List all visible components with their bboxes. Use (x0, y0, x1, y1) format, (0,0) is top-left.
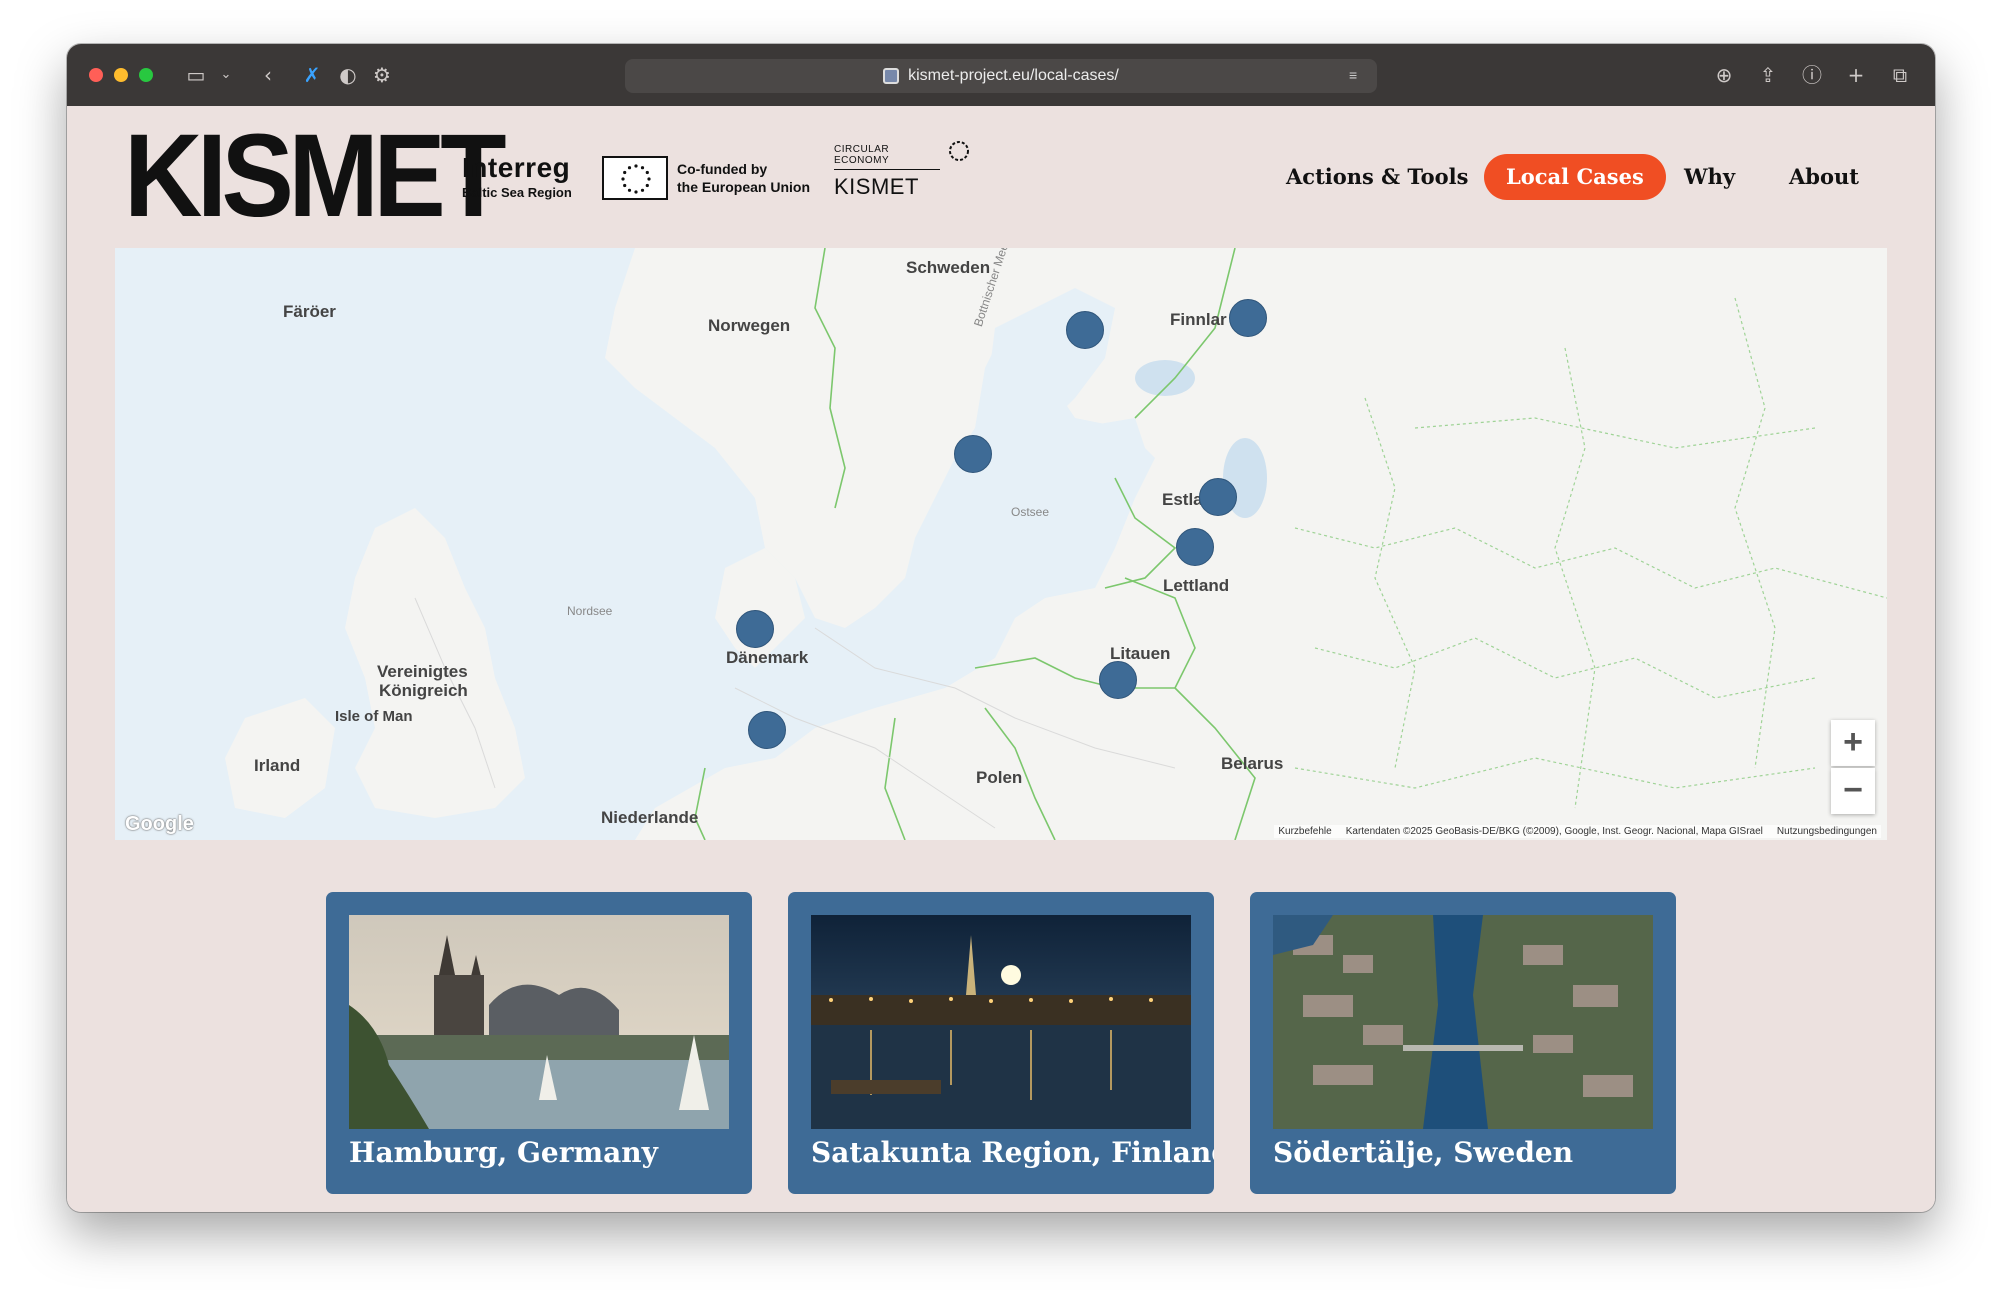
browser-window: ▭ ⌄ ‹ ✗ ◐ ⚙ kismet-project.eu/local-case… (67, 44, 1935, 1212)
download-icon[interactable]: ⊕ (1711, 62, 1737, 88)
circular-economy-logo: CIRCULAR ECONOMY KISMET (834, 141, 969, 200)
circular-economy-name: KISMET (834, 174, 919, 199)
nav-local-cases[interactable]: Local Cases (1484, 154, 1666, 200)
map-marker[interactable] (1176, 528, 1214, 566)
kismet-logo[interactable]: KISMET (124, 117, 507, 235)
nav-actions-tools[interactable]: Actions & Tools (1286, 154, 1468, 200)
cofunded-line-2: the European Union (677, 179, 810, 195)
browser-toolbar: ▭ ⌄ ‹ ✗ ◐ ⚙ kismet-project.eu/local-case… (67, 44, 1935, 106)
map-label-faroer: Färöer (283, 302, 336, 321)
map-marker[interactable] (954, 435, 992, 473)
zoom-in-button[interactable]: + (1831, 720, 1875, 766)
cofunded-text: Co-funded by the European Union (677, 160, 810, 196)
map-marker[interactable] (748, 711, 786, 749)
nav-why[interactable]: Why (1684, 154, 1735, 200)
new-tab-icon[interactable]: + (1843, 62, 1869, 88)
page-content: KISMET Interreg Baltic Sea Region Co-fun… (67, 106, 1935, 1212)
gear-icon[interactable]: ⚙ (369, 62, 395, 88)
map-marker[interactable] (1066, 311, 1104, 349)
reader-icon[interactable]: ≡ (1349, 67, 1365, 83)
cofunded-line-1: Co-funded by (677, 161, 768, 177)
map-label-belarus: Belarus (1221, 754, 1284, 773)
map-marker[interactable] (1229, 299, 1267, 337)
url-text: kismet-project.eu/local-cases/ (908, 67, 1119, 84)
hamburg-photo (349, 915, 729, 1129)
share-icon[interactable]: ⇪ (1755, 62, 1781, 88)
sodertalje-photo (1273, 915, 1653, 1129)
map-label-uk-2: Königreich (379, 681, 468, 700)
site-favicon-icon (883, 68, 900, 84)
back-icon[interactable]: ‹ (255, 62, 281, 88)
satakunta-photo (811, 915, 1191, 1129)
map-data-text: Kartendaten ©2025 GeoBasis-DE/BKG (©2009… (1345, 826, 1763, 837)
tabs-overview-icon[interactable]: ⧉ (1887, 62, 1913, 88)
map-label-daenemark: Dänemark (726, 648, 809, 667)
sidebar-icon[interactable]: ▭ (183, 62, 209, 88)
map-label-finnland: Finnlar (1170, 310, 1227, 329)
map-label-norwegen: Norwegen (708, 316, 791, 335)
circular-economy-label: CIRCULAR ECONOMY (834, 144, 940, 170)
local-case-card-hamburg[interactable]: Hamburg, Germany (326, 892, 752, 1194)
map-label-estland: Estla (1162, 490, 1203, 509)
terms-link[interactable]: Nutzungsbedingungen (1777, 826, 1877, 837)
extension-x-icon[interactable]: ✗ (299, 62, 325, 88)
maximize-window-button[interactable] (139, 68, 153, 82)
map-label-schweden: Schweden (906, 258, 991, 277)
map-base (225, 248, 1887, 840)
map-label-uk-1: Vereinigtes (377, 662, 468, 681)
map-label-isle-of-man: Isle of Man (335, 708, 413, 725)
interreg-title: Interreg (462, 152, 571, 183)
map-label-lettland: Lettland (1163, 576, 1230, 595)
map-attribution: Kurzbefehle Kartendaten ©2025 GeoBasis-D… (1274, 825, 1881, 838)
map-label-niederlande: Niederlande (601, 808, 699, 827)
nav-about[interactable]: About (1789, 154, 1859, 200)
eu-flag-icon (602, 156, 668, 200)
map-label-irland: Irland (254, 756, 301, 775)
minimize-window-button[interactable] (114, 68, 128, 82)
shield-icon[interactable]: ◐ (335, 62, 361, 88)
local-case-card-satakunta[interactable]: Satakunta Region, Finland (788, 892, 1214, 1194)
zoom-out-button[interactable]: − (1831, 768, 1875, 814)
chevron-down-icon[interactable]: ⌄ (213, 62, 239, 88)
map-label-nordsee: Nordsee (567, 604, 613, 618)
google-logo[interactable]: Google (125, 813, 194, 836)
card-title: Södertälje, Sweden (1273, 1136, 1574, 1169)
close-window-button[interactable] (89, 68, 103, 82)
interreg-subtitle: Baltic Sea Region (462, 185, 572, 200)
map-marker[interactable] (1199, 478, 1237, 516)
card-title: Satakunta Region, Finland (811, 1136, 1214, 1169)
window-controls (89, 68, 153, 82)
local-case-card-sodertalje[interactable]: Södertälje, Sweden (1250, 892, 1676, 1194)
map[interactable]: Färöer Norwegen Schweden Finnlar Estla L… (115, 248, 1887, 840)
keyboard-shortcuts-link[interactable]: Kurzbefehle (1278, 826, 1331, 837)
card-title: Hamburg, Germany (349, 1136, 658, 1169)
map-marker[interactable] (1099, 661, 1137, 699)
circle-dots-icon (949, 141, 969, 161)
map-marker[interactable] (736, 610, 774, 648)
address-bar[interactable]: kismet-project.eu/local-cases/ ≡ (625, 59, 1377, 93)
interreg-logo: Interreg Baltic Sea Region (462, 152, 572, 200)
map-label-polen: Polen (976, 768, 1023, 787)
info-icon[interactable]: ⓘ (1799, 62, 1825, 88)
map-label-ostsee: Ostsee (1011, 505, 1050, 519)
